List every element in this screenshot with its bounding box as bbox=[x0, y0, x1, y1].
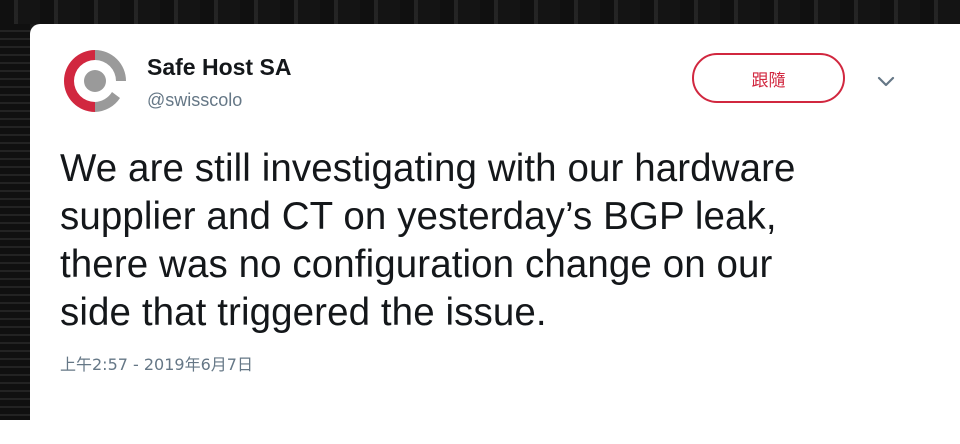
chevron-down-icon bbox=[877, 76, 895, 87]
tweet-menu-button[interactable] bbox=[874, 70, 898, 94]
avatar[interactable] bbox=[60, 46, 130, 116]
tweet-text-line: side that triggered the issue. bbox=[60, 291, 547, 334]
tweet-timestamp[interactable]: 上午2:57 - 2019年6月7日 bbox=[60, 351, 253, 375]
safe-host-logo-icon bbox=[60, 46, 130, 116]
background-left-pattern bbox=[0, 24, 30, 420]
follow-button[interactable]: 跟隨 bbox=[692, 53, 845, 103]
author-handle[interactable]: @swisscolo bbox=[147, 90, 242, 111]
tweet-text-line: supplier and CT on yesterday’s BGP leak, bbox=[60, 195, 777, 238]
tweet-text: We are still investigating with our hard… bbox=[60, 145, 900, 337]
author-display-name[interactable]: Safe Host SA bbox=[147, 54, 291, 81]
follow-button-label: 跟隨 bbox=[751, 70, 786, 91]
background-top-pattern bbox=[0, 0, 960, 24]
tweet-text-line: We are still investigating with our hard… bbox=[60, 147, 796, 190]
tweet-text-line: there was no configuration change on our bbox=[60, 243, 773, 286]
